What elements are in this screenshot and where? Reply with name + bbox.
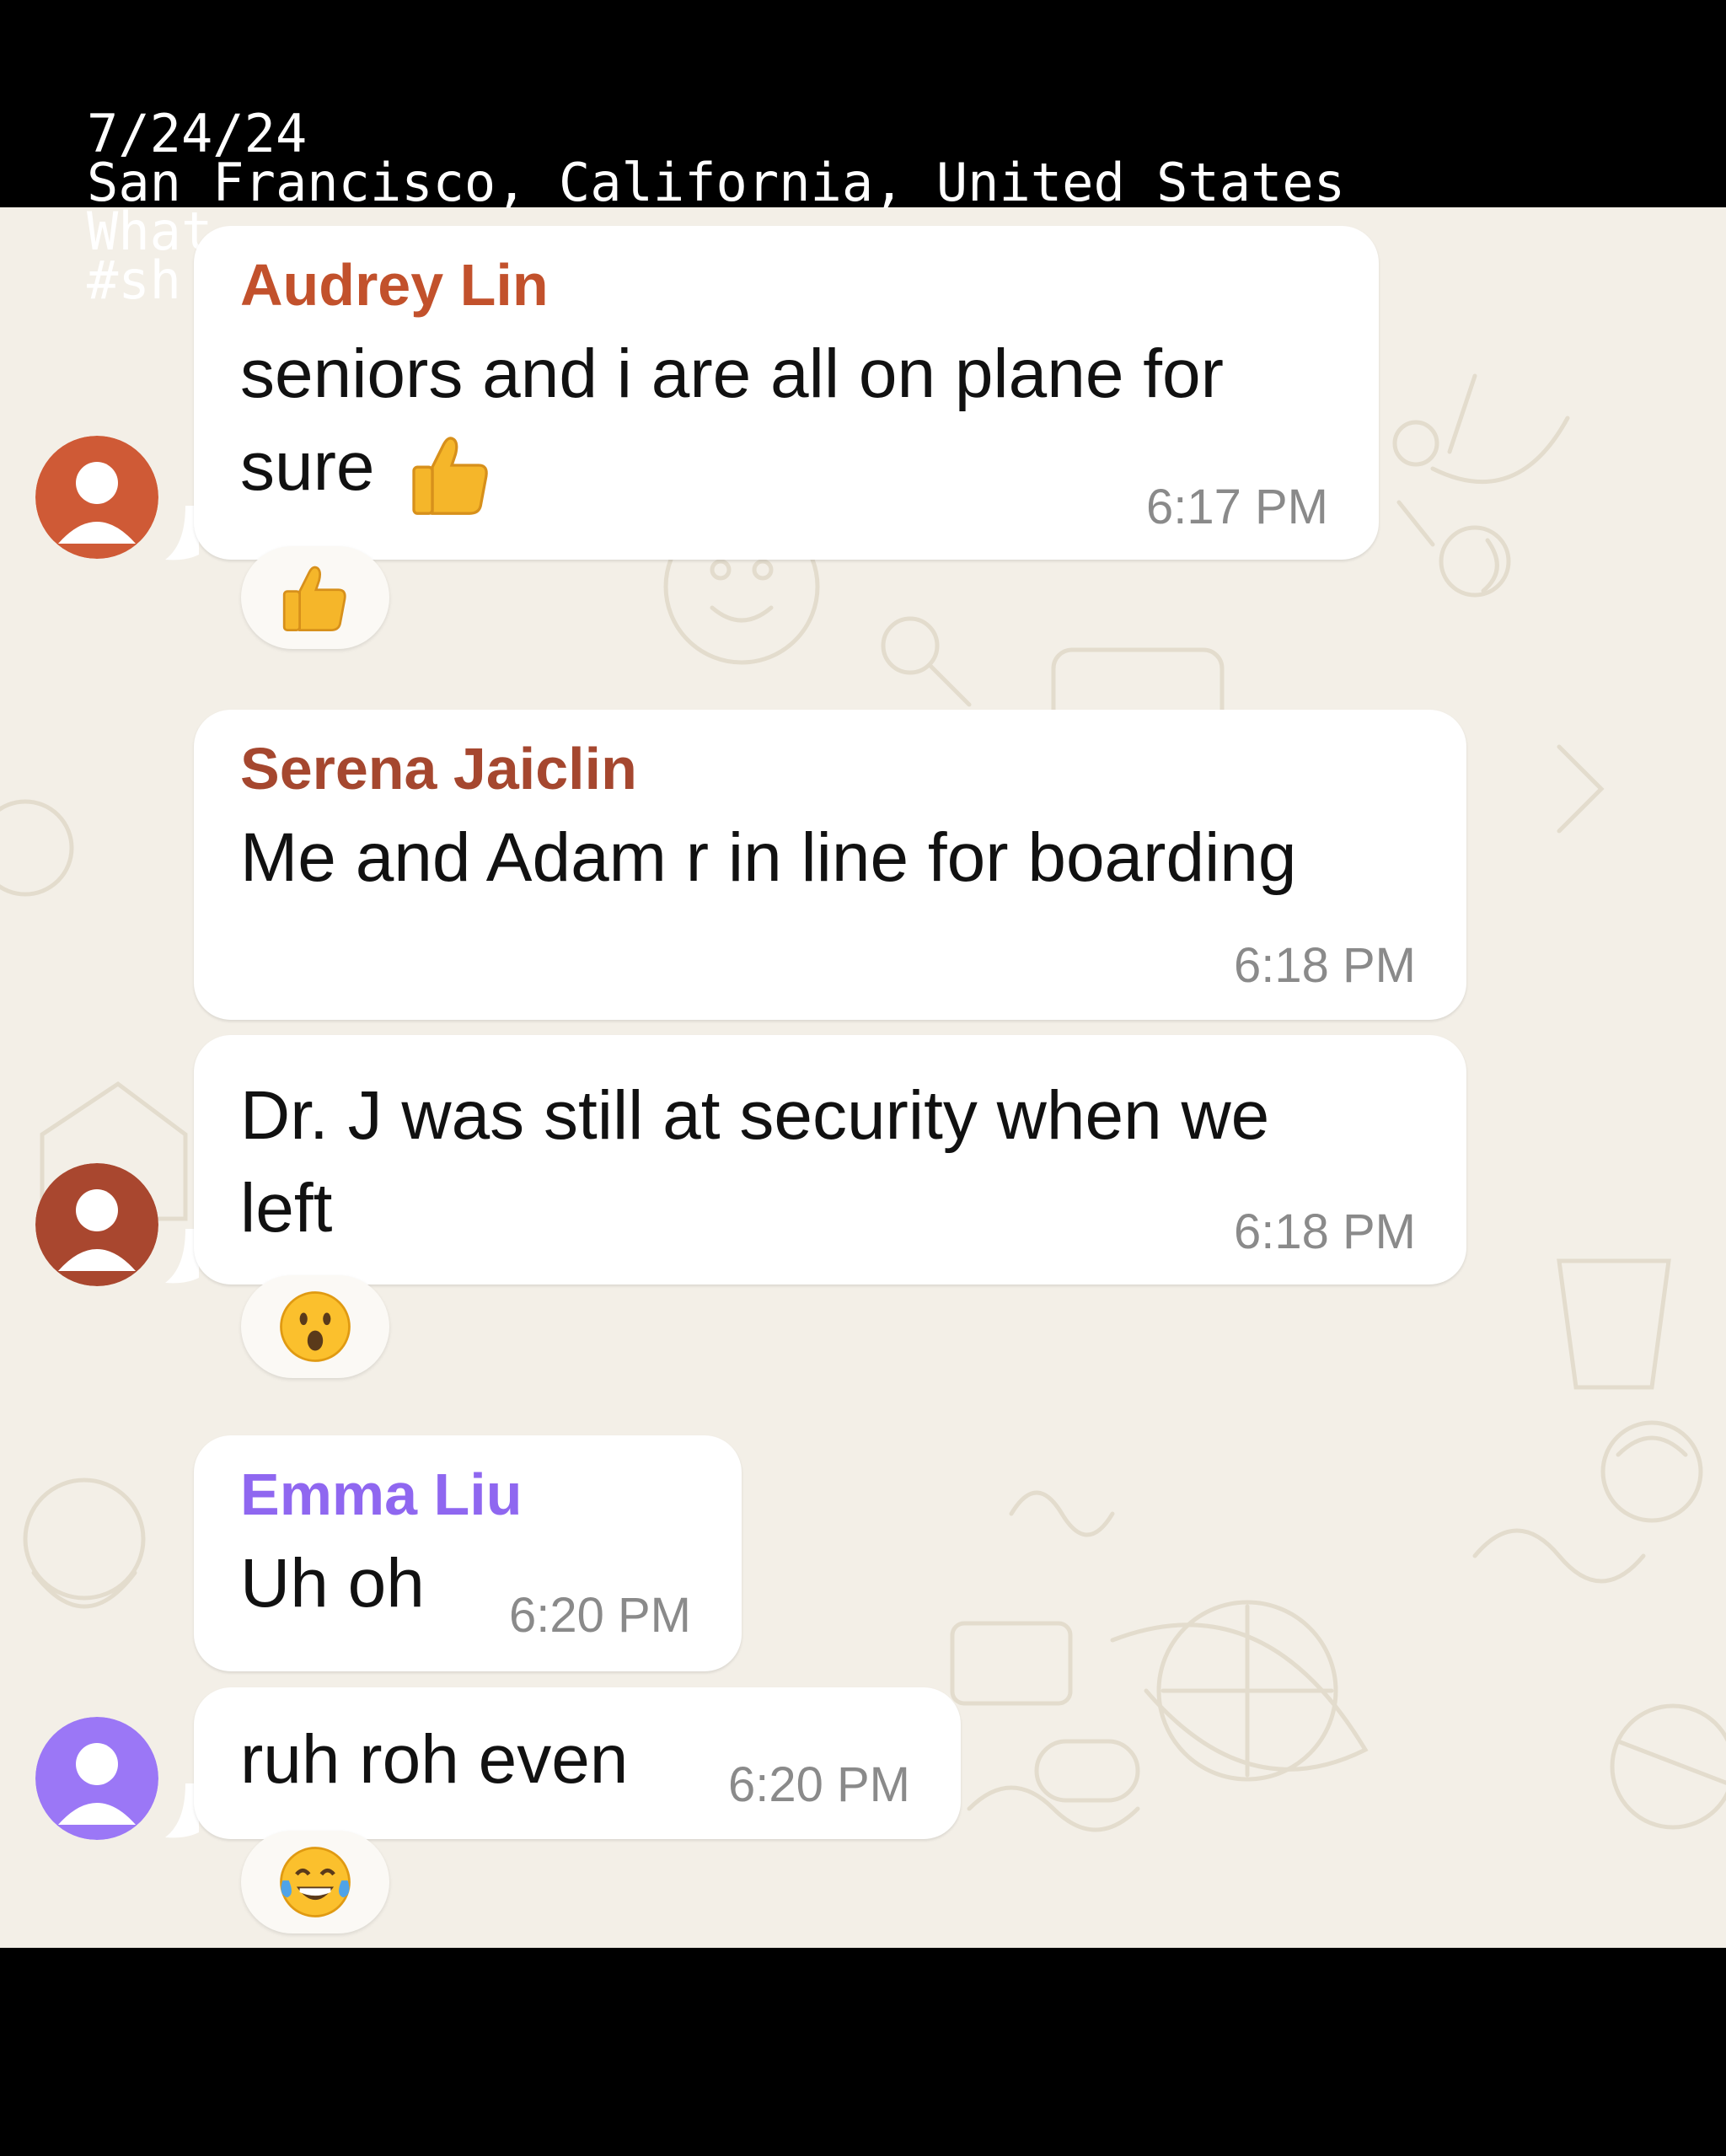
message-sender: Serena Jaiclin	[240, 736, 637, 802]
message-timestamp: 6:18 PM	[1234, 938, 1416, 993]
message-text-line-1: Me and Adam r in line for boarding	[240, 819, 1297, 896]
message-bubble[interactable]: Audrey Lin seniors and i are all on plan…	[194, 226, 1379, 560]
reaction-badge[interactable]	[241, 1275, 389, 1378]
avatar[interactable]	[35, 1717, 158, 1840]
message-timestamp: 6:17 PM	[1146, 480, 1328, 534]
message-bubble[interactable]: ruh roh even 6:20 PM	[194, 1687, 961, 1839]
message-sender: Audrey Lin	[240, 252, 549, 318]
message-timestamp: 6:20 PM	[509, 1588, 691, 1643]
thumbs-up-icon	[282, 566, 346, 632]
message-text-line-2: sure	[240, 428, 375, 505]
message-text-line-1: Uh oh	[240, 1545, 425, 1622]
avatar[interactable]	[35, 436, 158, 559]
message-bubble[interactable]: Serena Jaiclin Me and Adam r in line for…	[194, 710, 1466, 1020]
message-text-line-1: seniors and i are all on plane for	[240, 335, 1224, 412]
message-timestamp: 6:18 PM	[1234, 1204, 1416, 1259]
message-text-line-1: Dr. J was still at security when we	[240, 1077, 1270, 1154]
message-timestamp: 6:20 PM	[728, 1757, 910, 1812]
message-text-line-1: ruh roh even	[240, 1721, 629, 1798]
avatar[interactable]	[35, 1163, 158, 1286]
message-bubble[interactable]: Dr. J was still at security when we left…	[194, 1035, 1466, 1284]
message-text-line-2: left	[240, 1170, 333, 1247]
reaction-badge[interactable]	[241, 546, 389, 649]
face-with-open-mouth-icon	[280, 1291, 351, 1362]
message-sender: Emma Liu	[240, 1461, 523, 1527]
message-bubble[interactable]: Emma Liu Uh oh 6:20 PM	[194, 1435, 742, 1671]
overlay-location: San Francisco, California, United States	[87, 152, 1346, 213]
thumbs-up-icon	[412, 437, 488, 515]
reaction-badge[interactable]	[241, 1831, 389, 1933]
face-with-tears-of-joy-icon	[280, 1847, 351, 1917]
